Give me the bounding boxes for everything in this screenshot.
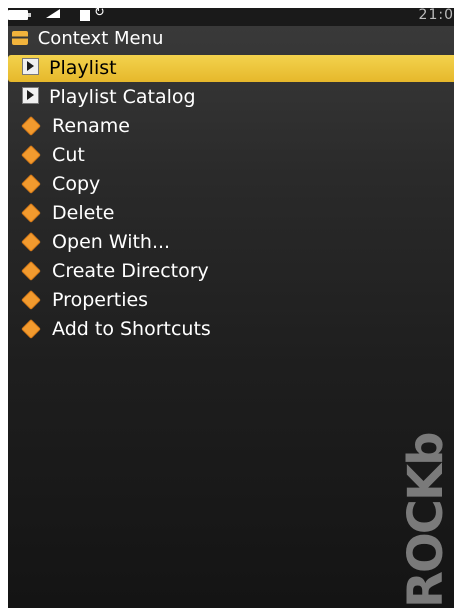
menu-item-label: Playlist — [49, 57, 117, 79]
action-icon — [21, 289, 41, 310]
action-icon — [21, 202, 41, 223]
context-menu-list: Playlist Playlist Catalog Rename Cut Cop… — [8, 54, 454, 344]
menu-item-open-with[interactable]: Open With... — [8, 228, 454, 257]
action-icon — [21, 318, 41, 339]
menu-item-label: Rename — [52, 115, 130, 137]
menu-item-label: Cut — [52, 144, 85, 166]
menu-item-copy[interactable]: Copy — [8, 170, 454, 199]
menu-item-label: Add to Shortcuts — [52, 318, 211, 340]
menu-item-label: Delete — [52, 202, 115, 224]
menu-item-label: Playlist Catalog — [49, 86, 196, 108]
menu-item-label: Copy — [52, 173, 101, 195]
rockbox-logo-text: ROCKbox — [398, 433, 454, 608]
menu-item-add-to-shortcuts[interactable]: Add to Shortcuts — [8, 315, 454, 344]
screen: ↻ 21:0 Context Menu Playlist Playlist Ca… — [8, 8, 454, 608]
menu-item-playlist-catalog[interactable]: Playlist Catalog — [8, 83, 454, 112]
playlist-icon — [22, 87, 39, 104]
action-icon — [21, 260, 41, 281]
menu-item-delete[interactable]: Delete — [8, 199, 454, 228]
menu-item-label: Open With... — [52, 231, 171, 253]
menu-item-properties[interactable]: Properties — [8, 286, 454, 315]
device: ↻ 21:0 Context Menu Playlist Playlist Ca… — [0, 0, 454, 608]
action-icon — [21, 115, 41, 136]
rockbox-logo: ROCKbox — [394, 433, 454, 608]
menu-item-label: Properties — [52, 289, 149, 311]
action-icon — [21, 231, 41, 252]
battery-icon — [8, 10, 31, 20]
statusbar: ↻ 21:0 — [8, 8, 454, 26]
clock: 21:0 — [418, 8, 454, 23]
menu-item-rename[interactable]: Rename — [8, 112, 454, 141]
menu-item-playlist[interactable]: Playlist — [8, 55, 454, 82]
repeat-icon: ↻ — [94, 8, 105, 20]
menu-item-label: Create Directory — [52, 260, 209, 282]
menu-item-create-directory[interactable]: Create Directory — [8, 257, 454, 286]
page-title: Context Menu — [12, 27, 163, 51]
volume-icon — [46, 9, 60, 18]
menu-item-cut[interactable]: Cut — [8, 141, 454, 170]
playlist-icon — [22, 58, 39, 75]
hold-icon — [80, 10, 90, 21]
menu-icon — [12, 31, 28, 45]
action-icon — [21, 173, 41, 194]
title-label: Context Menu — [37, 28, 164, 49]
action-icon — [21, 144, 41, 165]
